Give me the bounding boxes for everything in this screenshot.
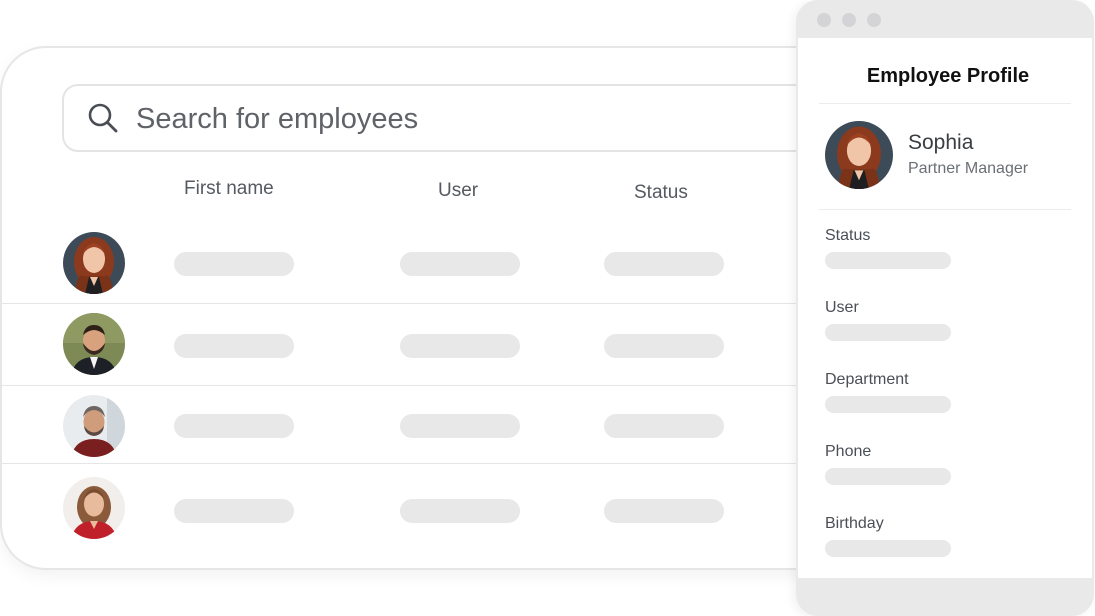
field-value-status	[825, 252, 951, 269]
window-minimize-dot[interactable]	[842, 13, 856, 27]
column-header-first-name[interactable]: First name	[184, 178, 274, 200]
status-placeholder	[604, 499, 724, 523]
profile-panel: Employee Profile Sophia Partner Manager …	[798, 38, 1092, 578]
table-row[interactable]	[2, 304, 900, 386]
field-label-birthday: Birthday	[825, 515, 884, 532]
first-name-placeholder	[174, 499, 294, 523]
field-label-status: Status	[825, 227, 871, 244]
employee-avatar	[63, 477, 125, 539]
field-value-birthday	[825, 540, 951, 557]
field-value-phone	[825, 468, 951, 485]
user-placeholder	[400, 414, 520, 438]
employee-avatar	[63, 232, 125, 294]
window-maximize-dot[interactable]	[867, 13, 881, 27]
field-label-department: Department	[825, 371, 909, 388]
user-placeholder	[400, 499, 520, 523]
search-icon	[88, 103, 118, 133]
woman-red-hair-avatar	[825, 121, 893, 189]
man-beard-avatar	[63, 313, 125, 375]
column-header-user[interactable]: User	[438, 180, 478, 202]
app-stage: First name User Status	[0, 0, 1095, 616]
field-value-department	[825, 396, 951, 413]
user-placeholder	[400, 252, 520, 276]
profile-role: Partner Manager	[908, 160, 1029, 177]
column-header-status[interactable]: Status	[634, 182, 688, 204]
table-row[interactable]	[2, 464, 900, 546]
field-label-phone: Phone	[825, 443, 872, 460]
first-name-placeholder	[174, 252, 294, 276]
search-input[interactable]	[136, 100, 636, 138]
field-value-user	[825, 324, 951, 341]
status-placeholder	[604, 334, 724, 358]
employee-table-card: First name User Status	[0, 46, 922, 570]
profile-title: Employee Profile	[866, 65, 1030, 87]
woman-red-hair-avatar	[63, 232, 125, 294]
first-name-placeholder	[174, 414, 294, 438]
man-gray-hair-avatar	[63, 395, 125, 457]
table-row[interactable]	[2, 386, 900, 468]
employee-avatar	[63, 395, 125, 457]
profile-divider	[819, 209, 1071, 210]
window-close-dot[interactable]	[817, 13, 831, 27]
employee-profile-window: Employee Profile Sophia Partner Manager …	[796, 0, 1094, 616]
table-row[interactable]	[2, 222, 900, 304]
first-name-placeholder	[174, 334, 294, 358]
status-placeholder	[604, 252, 724, 276]
field-label-user: User	[825, 299, 859, 316]
employee-avatar	[63, 313, 125, 375]
profile-name: Sophia	[908, 131, 974, 154]
search-bar[interactable]	[62, 84, 922, 152]
user-placeholder	[400, 334, 520, 358]
woman-red-top-avatar	[63, 477, 125, 539]
status-placeholder	[604, 414, 724, 438]
profile-avatar	[825, 121, 893, 189]
profile-divider	[819, 103, 1071, 104]
